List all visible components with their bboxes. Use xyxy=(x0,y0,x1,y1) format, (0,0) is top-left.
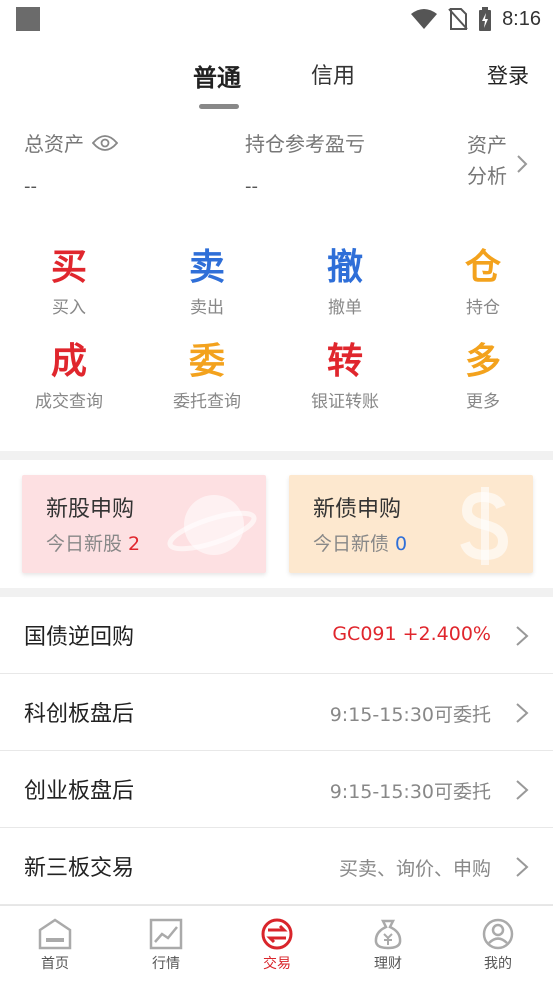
list-item-detail: GC091 +2.400% xyxy=(332,623,491,645)
trade-services-list: 国债逆回购 GC091 +2.400% 科创板盘后 9:15-15:30可委托 … xyxy=(0,597,553,905)
login-button[interactable]: 登录 xyxy=(487,60,529,90)
ipo-card-title: 新股申购 xyxy=(46,497,135,522)
chevron-right-icon xyxy=(516,857,529,877)
list-item-detail: 9:15-15:30可委托 xyxy=(329,781,491,803)
eye-icon[interactable] xyxy=(92,134,118,152)
list-item-star-market-after-hours[interactable]: 科创板盘后 9:15-15:30可委托 xyxy=(0,674,553,751)
action-sell-glyph: 卖 xyxy=(188,247,225,288)
list-item-detail: 买卖、询价、申购 xyxy=(338,858,491,880)
position-pnl-label: 持仓参考盈亏 xyxy=(245,132,365,156)
action-cancel-order-glyph: 撤 xyxy=(326,247,363,288)
trade-icon xyxy=(261,918,293,950)
ipo-count: 2 xyxy=(128,533,141,555)
action-bank-transfer-glyph: 转 xyxy=(326,341,363,382)
home-icon xyxy=(38,918,72,950)
bond-count: 0 xyxy=(395,533,408,555)
list-item-detail: 9:15-15:30可委托 xyxy=(329,704,491,726)
list-item-reverse-repo[interactable]: 国债逆回购 GC091 +2.400% xyxy=(0,597,553,674)
asset-summary: 总资产 -- 持仓参考盈亏 -- 资产 分析 xyxy=(0,122,553,212)
planet-icon xyxy=(167,495,257,555)
action-positions-glyph: 仓 xyxy=(464,247,501,288)
list-item-title: 科创板盘后 xyxy=(24,702,135,727)
total-assets-value: -- xyxy=(24,176,37,197)
dollar-icon xyxy=(460,487,509,565)
total-assets-label: 总资产 xyxy=(24,128,118,157)
action-trade-query-glyph: 成 xyxy=(50,341,87,382)
asset-analysis-link[interactable]: 资产 分析 xyxy=(467,130,517,192)
account-tabs: 普通 信用 登录 xyxy=(0,52,553,112)
profile-icon xyxy=(482,918,514,950)
action-cancel-order[interactable]: 撤 撤单 xyxy=(276,246,414,318)
chevron-right-icon xyxy=(516,626,529,646)
list-item-title: 创业板盘后 xyxy=(24,779,135,804)
battery-icon xyxy=(479,7,492,31)
action-bank-transfer[interactable]: 转 银证转账 xyxy=(276,340,414,412)
money-bag-icon xyxy=(374,919,402,950)
nav-wealth[interactable]: 理财 xyxy=(333,906,443,983)
action-order-query-glyph: 委 xyxy=(188,341,225,382)
nav-market-label: 行情 xyxy=(152,956,180,972)
action-positions[interactable]: 仓 持仓 xyxy=(414,246,552,318)
status-time: 8:16 xyxy=(502,7,541,30)
section-divider xyxy=(0,588,553,597)
tab-normal[interactable]: 普通 xyxy=(193,58,241,93)
action-sell-label: 卖出 xyxy=(190,298,224,318)
action-bank-transfer-label: 银证转账 xyxy=(311,392,379,412)
nav-home[interactable]: 首页 xyxy=(0,906,110,983)
bond-subscription-card[interactable]: 新债申购 今日新债 0 xyxy=(289,475,533,573)
status-icons: 8:16 xyxy=(410,5,541,33)
ipo-card-subtitle: 今日新股 2 xyxy=(46,533,141,555)
list-item-chinext-after-hours[interactable]: 创业板盘后 9:15-15:30可委托 xyxy=(0,751,553,828)
status-bar: 8:16 xyxy=(0,0,553,38)
nav-trade[interactable]: 交易 xyxy=(222,906,332,983)
action-buy[interactable]: 买 买入 xyxy=(0,246,138,318)
action-buy-glyph: 买 xyxy=(50,247,87,288)
nav-trade-label: 交易 xyxy=(263,956,291,972)
nav-wealth-label: 理财 xyxy=(374,956,402,972)
nav-profile[interactable]: 我的 xyxy=(443,906,553,983)
action-trade-query-label: 成交查询 xyxy=(35,392,103,412)
action-cancel-order-label: 撤单 xyxy=(328,298,362,318)
action-sell[interactable]: 卖 卖出 xyxy=(138,246,276,318)
chevron-right-icon xyxy=(517,155,528,173)
no-sim-icon xyxy=(448,8,468,30)
section-divider xyxy=(0,451,553,460)
bottom-navigation: 首页 行情 交易 理财 我的 xyxy=(0,905,553,983)
action-more[interactable]: 多 更多 xyxy=(414,340,552,412)
action-order-query-label: 委托查询 xyxy=(173,392,241,412)
tab-credit[interactable]: 信用 xyxy=(311,58,355,90)
chevron-right-icon xyxy=(516,780,529,800)
action-more-label: 更多 xyxy=(466,392,500,412)
nav-home-label: 首页 xyxy=(41,956,69,972)
list-item-neeq-trading[interactable]: 新三板交易 买卖、询价、申购 xyxy=(0,828,553,905)
action-order-query[interactable]: 委 委托查询 xyxy=(138,340,276,412)
active-tab-indicator xyxy=(199,104,239,109)
position-pnl-value: -- xyxy=(245,176,258,197)
wifi-icon xyxy=(411,9,438,29)
action-more-glyph: 多 xyxy=(464,341,501,382)
market-chart-icon xyxy=(149,918,183,950)
nav-market[interactable]: 行情 xyxy=(111,906,221,983)
list-item-title: 国债逆回购 xyxy=(24,625,135,650)
bond-card-title: 新债申购 xyxy=(313,497,402,522)
notification-icon xyxy=(16,7,40,31)
ipo-subscription-card[interactable]: 新股申购 今日新股 2 xyxy=(22,475,266,573)
chevron-right-icon xyxy=(516,703,529,723)
list-item-title: 新三板交易 xyxy=(24,856,135,881)
action-buy-label: 买入 xyxy=(52,298,86,318)
nav-profile-label: 我的 xyxy=(484,956,512,972)
action-trade-query[interactable]: 成 成交查询 xyxy=(0,340,138,412)
bond-card-subtitle: 今日新债 0 xyxy=(313,533,408,555)
action-positions-label: 持仓 xyxy=(466,298,500,318)
